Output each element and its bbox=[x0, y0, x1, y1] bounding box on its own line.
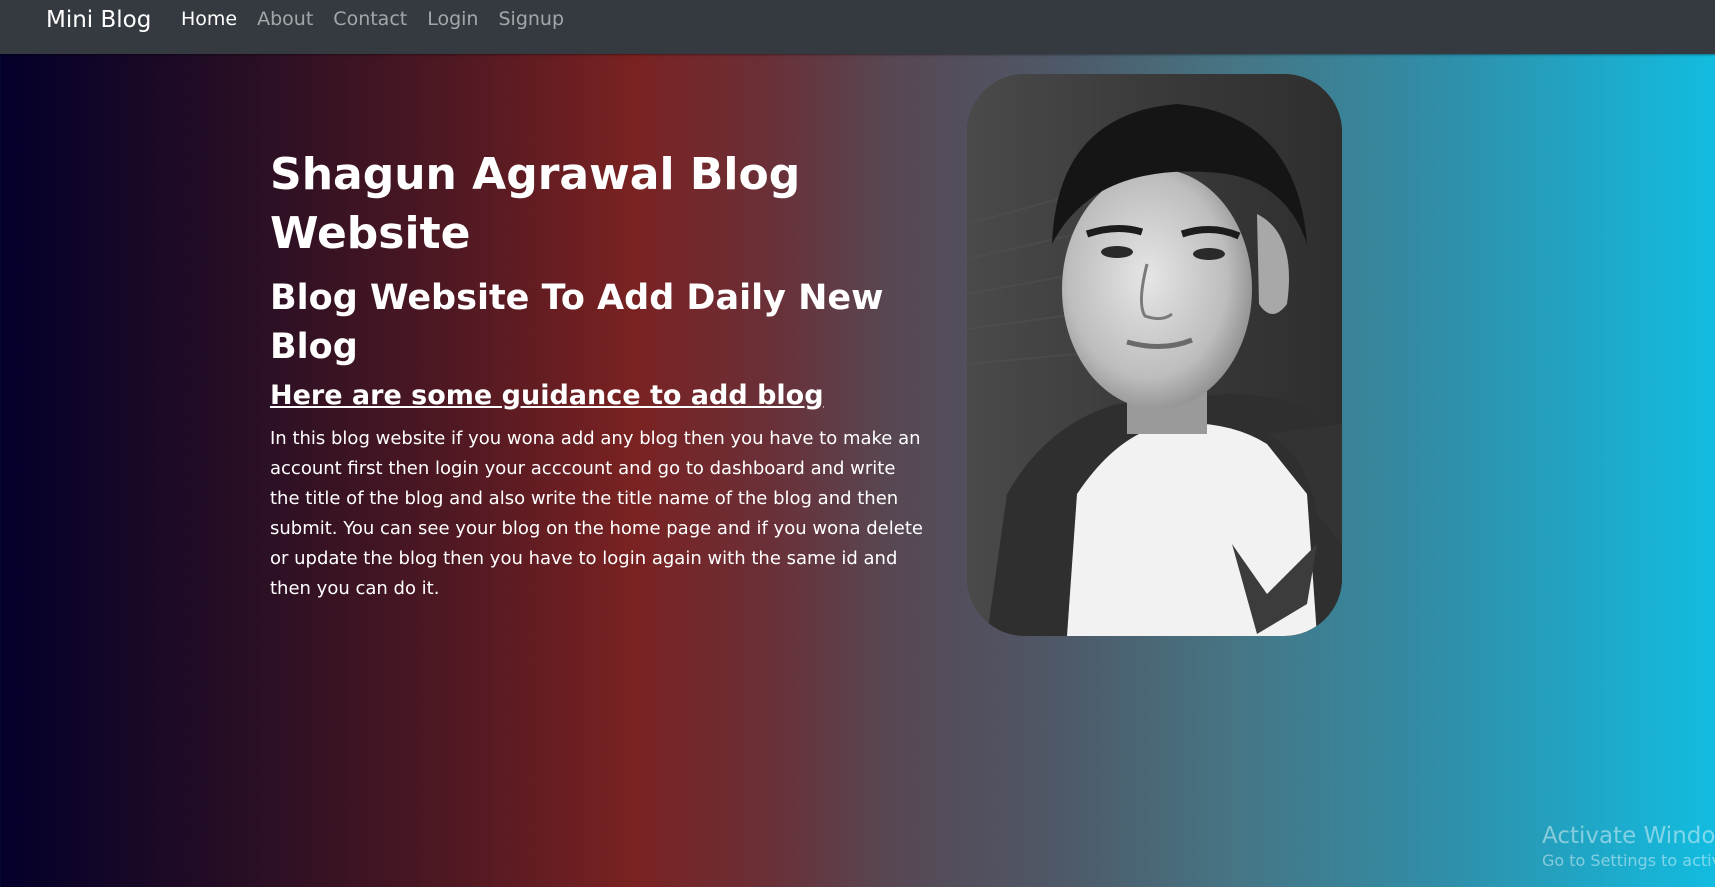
brand-link[interactable]: Mini Blog bbox=[46, 7, 151, 33]
nav-contact-link[interactable]: Contact bbox=[333, 8, 407, 30]
guidance-paragraph: In this blog website if you wona add any… bbox=[270, 428, 923, 599]
page-subtitle: Blog Website To Add Daily New Blog bbox=[270, 278, 884, 367]
page-title: Shagun Agrawal Blog Website bbox=[270, 149, 801, 259]
nav-links: Home About Contact Login Signup bbox=[181, 8, 584, 30]
nav-home-link[interactable]: Home bbox=[181, 8, 237, 30]
guidance-heading: Here are some guidance to add blog bbox=[270, 380, 824, 411]
activate-windows-watermark: Activate Window Go to Settings to activ bbox=[1542, 822, 1715, 872]
nav-about-link[interactable]: About bbox=[257, 8, 313, 30]
watermark-subtitle: Go to Settings to activ bbox=[1542, 851, 1715, 870]
top-navbar: Mini Blog Home About Contact Login Signu… bbox=[0, 0, 1715, 54]
hero-text-section: Shagun Agrawal Blog Website Blog Website… bbox=[270, 145, 940, 604]
nav-signup-link[interactable]: Signup bbox=[498, 8, 564, 30]
nav-login-link[interactable]: Login bbox=[427, 8, 478, 30]
profile-photo bbox=[967, 74, 1342, 636]
watermark-title: Activate Window bbox=[1542, 823, 1715, 849]
